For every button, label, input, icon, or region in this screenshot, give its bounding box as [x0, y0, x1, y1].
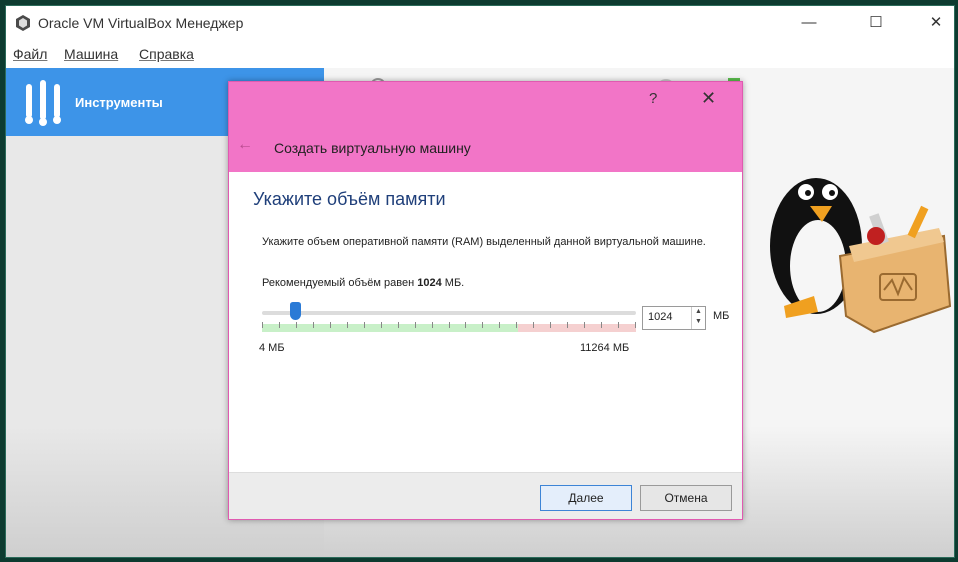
- scale-tick: [431, 322, 433, 328]
- dialog-body: Укажите объём памяти Укажите объем опера…: [229, 172, 742, 472]
- scale-tick: [465, 322, 467, 328]
- memory-min-label: 4 МБ: [259, 342, 285, 354]
- memory-unit-label: МБ: [713, 310, 730, 322]
- page-title: Укажите объём памяти: [253, 189, 446, 209]
- scale-tick: [295, 322, 297, 328]
- scale-tick: [312, 322, 314, 328]
- scale-tick: [363, 322, 365, 328]
- menu-file[interactable]: Файл: [13, 46, 47, 62]
- tux-toolbox-illustration: [770, 178, 952, 334]
- spin-arrows[interactable]: ▲ ▼: [691, 307, 705, 329]
- recommended-prefix: Рекомендуемый объём равен: [262, 277, 415, 289]
- recommended-memory-text: Рекомендуемый объём равен 1024 МБ.: [262, 277, 464, 289]
- scale-tick: [499, 322, 501, 328]
- memory-value[interactable]: 1024: [648, 311, 672, 323]
- title-bar: Oracle VM VirtualBox Менеджер — ☐ ✕: [6, 6, 954, 40]
- spin-up-icon[interactable]: ▲: [692, 307, 705, 317]
- scale-tick: [567, 322, 569, 328]
- dialog-footer: Далее Отмена: [229, 472, 742, 519]
- memory-max-label: 11264 МБ: [580, 342, 630, 354]
- scale-tick: [601, 322, 603, 328]
- scale-tick: [584, 322, 586, 328]
- memory-spinbox[interactable]: 1024 ▲ ▼: [642, 306, 706, 330]
- help-button[interactable]: ?: [649, 90, 657, 107]
- virtualbox-icon: [16, 15, 30, 31]
- recommended-value: 1024: [417, 277, 442, 289]
- scale-tick: [397, 322, 399, 328]
- scale-tick: [329, 322, 331, 328]
- maximize-button[interactable]: ☐: [861, 12, 891, 34]
- scale-tick: [346, 322, 348, 328]
- spin-down-icon[interactable]: ▼: [692, 317, 705, 327]
- minimize-button[interactable]: —: [794, 12, 824, 34]
- scale-tick: [414, 322, 416, 328]
- recommended-suffix: МБ.: [444, 277, 465, 289]
- scale-ticks: [262, 322, 636, 332]
- close-button[interactable]: ✕: [921, 12, 951, 34]
- menu-bar: Файл Машина Справка: [6, 40, 954, 66]
- scale-tick: [262, 322, 263, 328]
- menu-machine[interactable]: Машина: [64, 46, 118, 62]
- scale-tick: [448, 322, 450, 328]
- dialog-close-button[interactable]: ✕: [701, 88, 716, 109]
- scale-tick: [482, 322, 484, 328]
- window-title: Oracle VM VirtualBox Менеджер: [38, 15, 244, 31]
- tools-icon: [25, 80, 61, 126]
- sidebar-item-label: Инструменты: [75, 95, 163, 110]
- memory-slider-track[interactable]: [262, 311, 636, 315]
- dialog-header: ? ✕ ← Создать виртуальную машину: [229, 82, 742, 172]
- memory-description: Укажите объем оперативной памяти (RAM) в…: [262, 236, 706, 248]
- scale-tick: [380, 322, 382, 328]
- next-button[interactable]: Далее: [540, 485, 632, 511]
- scale-tick: [516, 322, 518, 328]
- scale-tick: [278, 322, 280, 328]
- scale-tick: [618, 322, 620, 328]
- dialog-title: Создать виртуальную машину: [274, 140, 471, 156]
- cancel-button[interactable]: Отмена: [640, 485, 732, 511]
- scale-tick: [533, 322, 535, 328]
- memory-slider-handle[interactable]: [290, 302, 301, 320]
- scale-tick: [550, 322, 552, 328]
- scale-tick: [635, 322, 636, 328]
- create-vm-dialog: ? ✕ ← Создать виртуальную машину Укажите…: [228, 81, 743, 520]
- menu-help[interactable]: Справка: [139, 46, 194, 62]
- back-arrow-icon[interactable]: ←: [237, 136, 253, 154]
